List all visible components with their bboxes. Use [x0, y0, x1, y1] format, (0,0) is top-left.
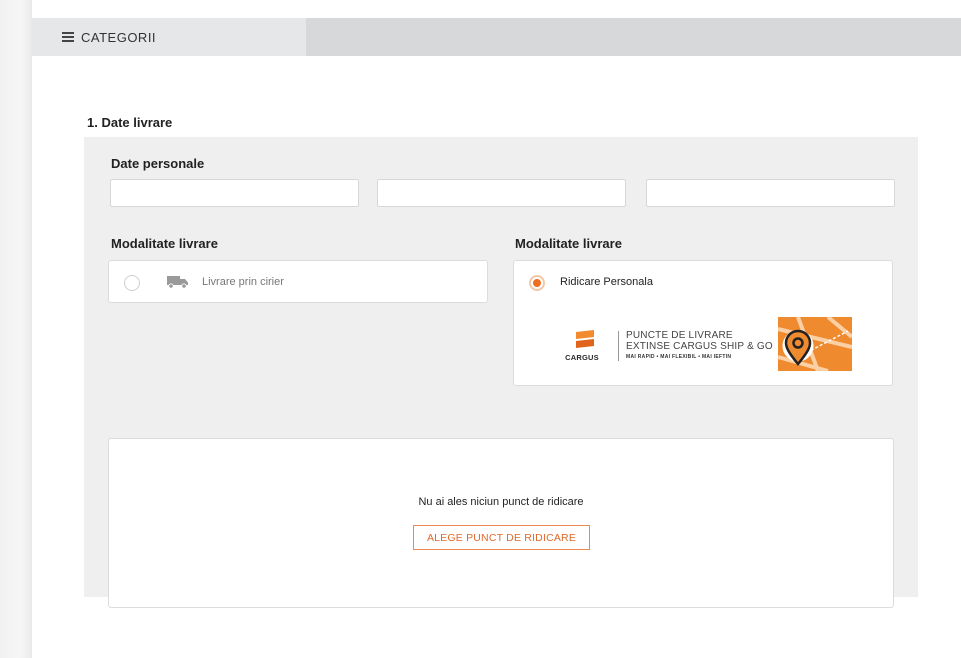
personal-data-heading: Date personale: [111, 156, 205, 171]
top-bar: CATEGORII: [32, 18, 961, 56]
section-title: 1. Date livrare: [87, 115, 173, 130]
cargus-promo-banner: CARGUS PUNCTE DE LIVRARE EXTINSE CARGUS …: [560, 315, 854, 375]
personal-pickup-option[interactable]: Ridicare Personala CARGUS PUNCTE DE LIVR…: [513, 260, 893, 386]
courier-delivery-option[interactable]: Livrare prin cirier: [108, 260, 488, 303]
personal-field-3[interactable]: [646, 179, 895, 207]
cargus-brand-text: CARGUS: [565, 353, 599, 362]
courier-option-label: Livrare prin cirier: [202, 276, 284, 288]
pickup-option-label: Ridicare Personala: [560, 276, 653, 288]
left-edge-shadow: [0, 0, 32, 658]
categories-label: CATEGORII: [81, 29, 157, 45]
courier-radio[interactable]: [124, 275, 140, 291]
pickup-empty-message: Nu ai ales niciun punct de ridicare: [418, 496, 584, 508]
promo-tagline: MAI RAPID • MAI FLEXIBIL • MAI IEFTIN: [626, 354, 732, 360]
pickup-radio[interactable]: [529, 275, 545, 291]
truck-icon: [167, 275, 189, 289]
categories-menu-button[interactable]: CATEGORII: [32, 18, 306, 56]
hamburger-menu-icon: [62, 32, 74, 42]
promo-divider: [618, 331, 619, 361]
delivery-panel: Date personale Modalitate livrare Modali…: [84, 137, 918, 608]
promo-line-2: EXTINSE CARGUS SHIP & GO: [626, 341, 773, 352]
choose-pickup-point-button[interactable]: ALEGE PUNCT DE RIDICARE: [413, 525, 590, 550]
promo-line-1: PUNCTE DE LIVRARE: [626, 330, 733, 341]
personal-field-1[interactable]: [110, 179, 359, 207]
map-pin-icon: [768, 315, 854, 373]
delivery-mode-heading-right: Modalitate livrare: [515, 236, 622, 251]
personal-field-2[interactable]: [377, 179, 626, 207]
cargus-logo-icon: [560, 329, 600, 356]
delivery-mode-heading-left: Modalitate livrare: [111, 236, 218, 251]
pickup-point-container: Nu ai ales niciun punct de ridicare ALEG…: [108, 438, 894, 608]
